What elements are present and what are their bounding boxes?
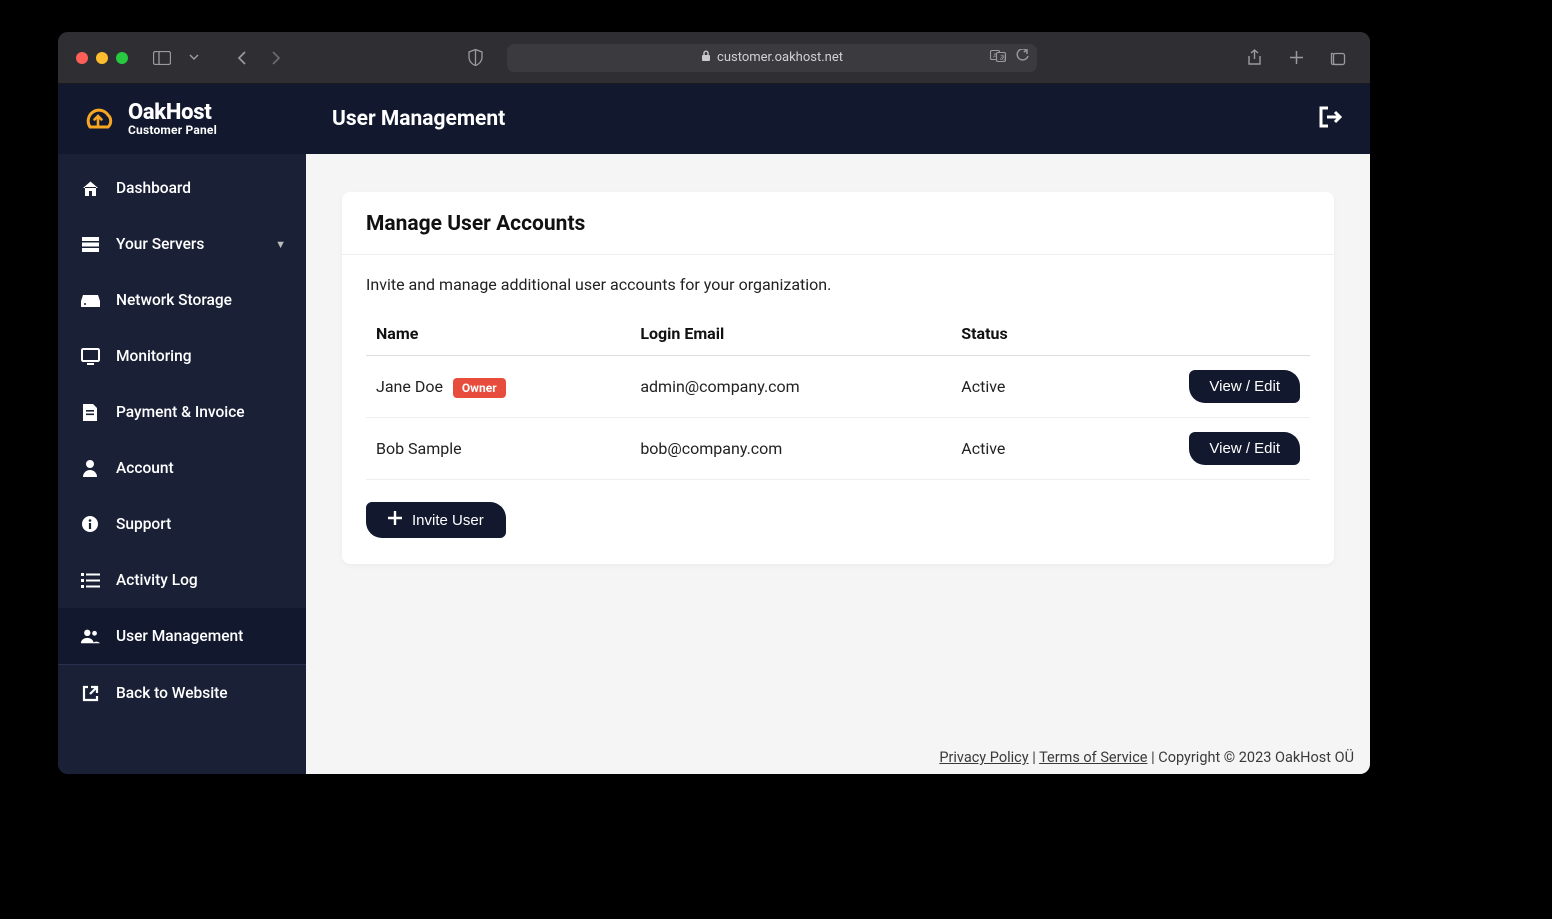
- translate-icon[interactable]: Aあ: [990, 49, 1008, 67]
- logout-icon: [1318, 105, 1344, 129]
- sidebar-item-support[interactable]: Support: [58, 496, 306, 552]
- app-shell: OakHost Customer Panel Dashboard Your Se…: [58, 84, 1370, 774]
- sidebar-item-label: Network Storage: [116, 291, 232, 309]
- sidebar-item-back-to-website[interactable]: Back to Website: [58, 665, 306, 721]
- forward-button[interactable]: [262, 44, 290, 72]
- sidebar-item-dashboard[interactable]: Dashboard: [58, 160, 306, 216]
- invoice-icon: [80, 402, 100, 422]
- main: User Management Manage User Accounts Inv…: [306, 84, 1370, 774]
- view-edit-button[interactable]: View / Edit: [1189, 432, 1300, 465]
- table-row: Bob Sample bob@company.com Active View /…: [366, 418, 1310, 480]
- sidebar-item-user-management[interactable]: User Management: [58, 608, 306, 664]
- brand-text: OakHost Customer Panel: [128, 101, 217, 137]
- privacy-link[interactable]: Privacy Policy: [939, 749, 1028, 766]
- monitor-icon: [80, 346, 100, 366]
- sidebar-item-label: Activity Log: [116, 571, 198, 589]
- storage-icon: [80, 290, 100, 310]
- logout-button[interactable]: [1318, 105, 1344, 133]
- sidebar-item-payment[interactable]: Payment & Invoice: [58, 384, 306, 440]
- sidebar-item-monitoring[interactable]: Monitoring: [58, 328, 306, 384]
- sidebar-item-label: Support: [116, 515, 171, 533]
- invite-user-button[interactable]: Invite User: [366, 502, 506, 538]
- invite-user-label: Invite User: [412, 512, 484, 529]
- sidebar: OakHost Customer Panel Dashboard Your Se…: [58, 84, 306, 774]
- cell-email: admin@company.com: [630, 356, 951, 418]
- users-icon: [80, 626, 100, 646]
- sidebar-item-activity[interactable]: Activity Log: [58, 552, 306, 608]
- cell-email: bob@company.com: [630, 418, 951, 480]
- chevron-down-icon[interactable]: [180, 44, 208, 72]
- traffic-lights: [76, 52, 128, 64]
- tabs-overview-icon[interactable]: [1324, 44, 1352, 72]
- reload-icon[interactable]: [1016, 49, 1029, 67]
- home-icon: [80, 178, 100, 198]
- sidebar-item-label: User Management: [116, 627, 243, 645]
- sidebar-toggle-icon[interactable]: [148, 44, 176, 72]
- cell-name: Jane Doe: [376, 377, 443, 396]
- svg-text:あ: あ: [1000, 53, 1007, 61]
- chevron-down-icon: ▼: [275, 238, 286, 251]
- owner-badge: Owner: [453, 378, 506, 398]
- column-status: Status: [951, 312, 1102, 356]
- browser-window: customer.oakhost.net Aあ: [58, 32, 1370, 774]
- user-icon: [80, 458, 100, 478]
- browser-titlebar: customer.oakhost.net Aあ: [58, 32, 1370, 84]
- users-table: Name Login Email Status Jane Doe: [366, 312, 1310, 480]
- sidebar-item-label: Payment & Invoice: [116, 403, 245, 421]
- page-title: User Management: [332, 107, 505, 131]
- topbar: User Management: [306, 84, 1370, 154]
- manage-users-card: Manage User Accounts Invite and manage a…: [342, 192, 1334, 564]
- cell-status: Active: [951, 356, 1102, 418]
- new-tab-icon[interactable]: [1282, 44, 1310, 72]
- table-row: Jane Doe Owner admin@company.com Active …: [366, 356, 1310, 418]
- sidebar-item-label: Back to Website: [116, 684, 228, 702]
- brand-name: OakHost: [128, 101, 217, 124]
- external-link-icon: [80, 683, 100, 703]
- sidebar-item-servers[interactable]: Your Servers ▼: [58, 216, 306, 272]
- brand[interactable]: OakHost Customer Panel: [58, 84, 306, 154]
- sidebar-item-label: Your Servers: [116, 235, 204, 253]
- view-edit-button[interactable]: View / Edit: [1189, 370, 1300, 403]
- card-title: Manage User Accounts: [342, 192, 1334, 255]
- server-icon: [80, 234, 100, 254]
- sidebar-nav: Dashboard Your Servers ▼ Network Storage: [58, 154, 306, 721]
- sidebar-item-label: Account: [116, 459, 174, 477]
- column-email: Login Email: [630, 312, 951, 356]
- cell-status: Active: [951, 418, 1102, 480]
- list-icon: [80, 570, 100, 590]
- url-text: customer.oakhost.net: [717, 50, 843, 65]
- back-button[interactable]: [228, 44, 256, 72]
- terms-link[interactable]: Terms of Service: [1039, 749, 1147, 766]
- sidebar-item-label: Monitoring: [116, 347, 192, 365]
- window-maximize-button[interactable]: [116, 52, 128, 64]
- copyright: Copyright © 2023 OakHost OÜ: [1158, 749, 1354, 766]
- footer: Privacy Policy | Terms of Service | Copy…: [306, 741, 1370, 774]
- url-bar[interactable]: customer.oakhost.net Aあ: [507, 44, 1037, 72]
- plus-icon: [388, 511, 402, 529]
- card-description: Invite and manage additional user accoun…: [366, 275, 1310, 294]
- share-icon[interactable]: [1240, 44, 1268, 72]
- cell-name: Bob Sample: [366, 418, 630, 480]
- sidebar-item-account[interactable]: Account: [58, 440, 306, 496]
- brand-logo-icon: [78, 101, 118, 137]
- privacy-shield-icon[interactable]: [461, 44, 489, 72]
- content: Manage User Accounts Invite and manage a…: [306, 154, 1370, 741]
- window-minimize-button[interactable]: [96, 52, 108, 64]
- window-close-button[interactable]: [76, 52, 88, 64]
- sidebar-item-storage[interactable]: Network Storage: [58, 272, 306, 328]
- lock-icon: [701, 50, 711, 65]
- sidebar-item-label: Dashboard: [116, 179, 191, 197]
- brand-subtitle: Customer Panel: [128, 124, 217, 137]
- column-name: Name: [366, 312, 630, 356]
- info-icon: [80, 514, 100, 534]
